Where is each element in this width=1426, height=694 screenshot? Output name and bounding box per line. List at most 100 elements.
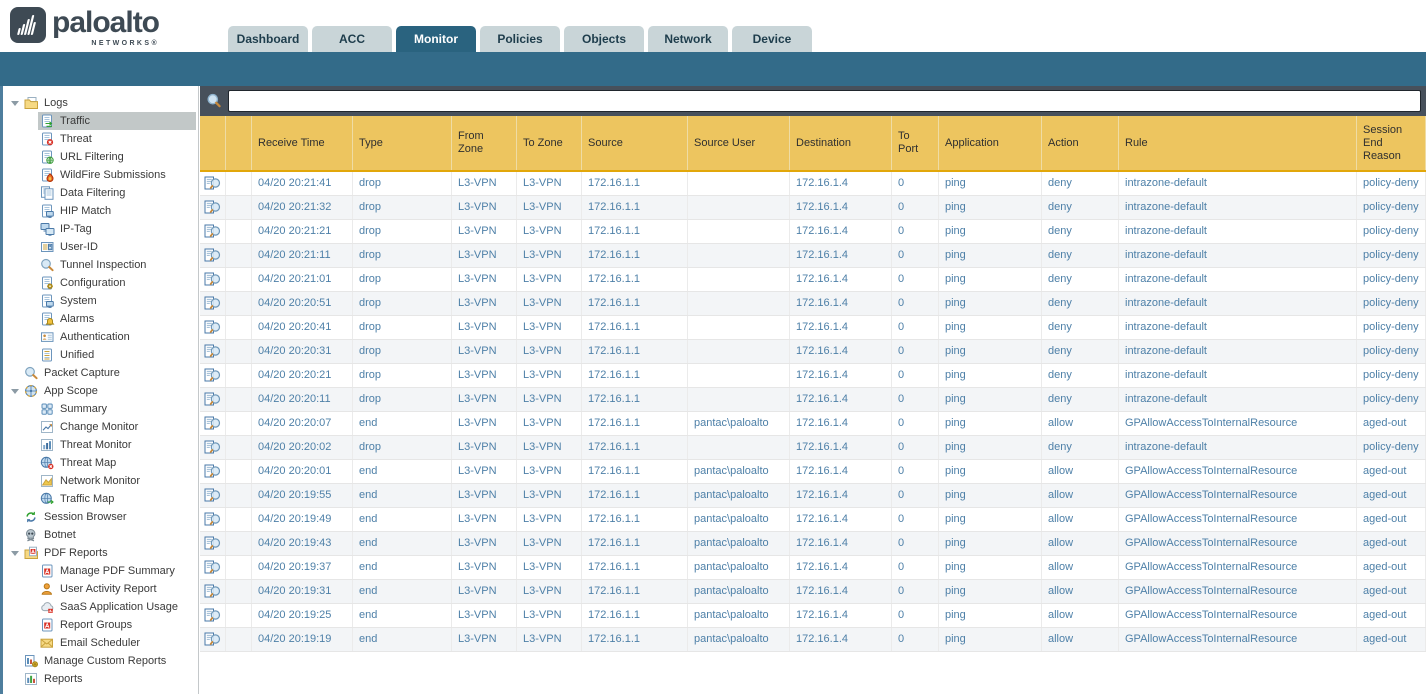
sidebar-item-unified[interactable]: Unified bbox=[3, 346, 198, 364]
sidebar-item-authentication[interactable]: Authentication bbox=[3, 328, 198, 346]
sidebar-item-url-filtering[interactable]: URL Filtering bbox=[3, 148, 198, 166]
cell-application: ping bbox=[939, 556, 1042, 579]
sidebar-item-email-scheduler[interactable]: Email Scheduler bbox=[3, 634, 198, 652]
column-header-receive-time[interactable]: Receive Time bbox=[252, 116, 353, 170]
tab-objects[interactable]: Objects bbox=[564, 26, 644, 52]
column-header-action[interactable]: Action bbox=[1042, 116, 1119, 170]
tab-monitor[interactable]: Monitor bbox=[396, 26, 476, 52]
sidebar-item-alarms[interactable]: Alarms bbox=[3, 310, 198, 328]
sidebar-item-threat-monitor[interactable]: Threat Monitor bbox=[3, 436, 198, 454]
log-row[interactable]: 04/20 20:20:31dropL3-VPNL3-VPN172.16.1.1… bbox=[200, 340, 1426, 364]
log-detail-icon[interactable] bbox=[200, 484, 226, 507]
sidebar-item-saas-application-usage[interactable]: SaaS Application Usage bbox=[3, 598, 198, 616]
sidebar-item-change-monitor[interactable]: Change Monitor bbox=[3, 418, 198, 436]
sidebar-item-network-monitor[interactable]: Network Monitor bbox=[3, 472, 198, 490]
sidebar-item-manage-custom-reports[interactable]: Manage Custom Reports bbox=[3, 652, 198, 670]
log-detail-icon[interactable] bbox=[200, 460, 226, 483]
sidebar-item-wildfire-submissions[interactable]: WildFire Submissions bbox=[3, 166, 198, 184]
sidebar-item-logs[interactable]: Logs bbox=[3, 94, 198, 112]
log-detail-icon[interactable] bbox=[200, 340, 226, 363]
log-detail-icon[interactable] bbox=[200, 412, 226, 435]
log-row[interactable]: 04/20 20:21:41dropL3-VPNL3-VPN172.16.1.1… bbox=[200, 172, 1426, 196]
column-header-to-port[interactable]: To Port bbox=[892, 116, 939, 170]
sidebar-item-hip-match[interactable]: HIP Match bbox=[3, 202, 198, 220]
sidebar-item-configuration[interactable]: Configuration bbox=[3, 274, 198, 292]
log-detail-icon[interactable] bbox=[200, 388, 226, 411]
log-row[interactable]: 04/20 20:20:21dropL3-VPNL3-VPN172.16.1.1… bbox=[200, 364, 1426, 388]
sidebar-item-user-id[interactable]: User-ID bbox=[3, 238, 198, 256]
sidebar-item-traffic-map[interactable]: Traffic Map bbox=[3, 490, 198, 508]
column-header-to-zone[interactable]: To Zone bbox=[517, 116, 582, 170]
sidebar-item-user-activity-report[interactable]: User Activity Report bbox=[3, 580, 198, 598]
log-row[interactable]: 04/20 20:19:43endL3-VPNL3-VPN172.16.1.1p… bbox=[200, 532, 1426, 556]
expander-down-icon[interactable] bbox=[8, 101, 22, 106]
log-row[interactable]: 04/20 20:20:02dropL3-VPNL3-VPN172.16.1.1… bbox=[200, 436, 1426, 460]
sidebar-item-system[interactable]: System bbox=[3, 292, 198, 310]
tab-device[interactable]: Device bbox=[732, 26, 812, 52]
log-row[interactable]: 04/20 20:19:25endL3-VPNL3-VPN172.16.1.1p… bbox=[200, 604, 1426, 628]
log-row[interactable]: 04/20 20:20:01endL3-VPNL3-VPN172.16.1.1p… bbox=[200, 460, 1426, 484]
log-row[interactable]: 04/20 20:21:21dropL3-VPNL3-VPN172.16.1.1… bbox=[200, 220, 1426, 244]
tab-policies[interactable]: Policies bbox=[480, 26, 560, 52]
log-row[interactable]: 04/20 20:19:19endL3-VPNL3-VPN172.16.1.1p… bbox=[200, 628, 1426, 652]
log-row[interactable]: 04/20 20:21:01dropL3-VPNL3-VPN172.16.1.1… bbox=[200, 268, 1426, 292]
sidebar-item-pdf-reports[interactable]: PDF Reports bbox=[3, 544, 198, 562]
sidebar-item-session-browser[interactable]: Session Browser bbox=[3, 508, 198, 526]
log-detail-icon[interactable] bbox=[200, 508, 226, 531]
log-row[interactable]: 04/20 20:20:11dropL3-VPNL3-VPN172.16.1.1… bbox=[200, 388, 1426, 412]
tab-acc[interactable]: ACC bbox=[312, 26, 392, 52]
log-detail-icon[interactable] bbox=[200, 628, 226, 651]
tab-network[interactable]: Network bbox=[648, 26, 728, 52]
log-detail-icon[interactable] bbox=[200, 532, 226, 555]
sidebar-item-ip-tag[interactable]: IP-Tag bbox=[3, 220, 198, 238]
sidebar-item-report-groups[interactable]: Report Groups bbox=[3, 616, 198, 634]
log-row[interactable]: 04/20 20:20:41dropL3-VPNL3-VPN172.16.1.1… bbox=[200, 316, 1426, 340]
log-row[interactable]: 04/20 20:20:51dropL3-VPNL3-VPN172.16.1.1… bbox=[200, 292, 1426, 316]
log-detail-icon[interactable] bbox=[200, 292, 226, 315]
column-header-rule[interactable]: Rule bbox=[1119, 116, 1357, 170]
log-flags-cell bbox=[226, 460, 252, 483]
column-header-source-user[interactable]: Source User bbox=[688, 116, 790, 170]
column-header-destination[interactable]: Destination bbox=[790, 116, 892, 170]
log-detail-icon[interactable] bbox=[200, 244, 226, 267]
column-header-application[interactable]: Application bbox=[939, 116, 1042, 170]
column-header-type[interactable]: Type bbox=[353, 116, 452, 170]
log-detail-icon[interactable] bbox=[200, 436, 226, 459]
sidebar-item-data-filtering[interactable]: Data Filtering bbox=[3, 184, 198, 202]
sidebar-item-botnet[interactable]: Botnet bbox=[3, 526, 198, 544]
log-detail-icon[interactable] bbox=[200, 268, 226, 291]
cell-source-user bbox=[688, 172, 790, 195]
log-row[interactable]: 04/20 20:19:55endL3-VPNL3-VPN172.16.1.1p… bbox=[200, 484, 1426, 508]
log-row[interactable]: 04/20 20:19:37endL3-VPNL3-VPN172.16.1.1p… bbox=[200, 556, 1426, 580]
log-row[interactable]: 04/20 20:21:32dropL3-VPNL3-VPN172.16.1.1… bbox=[200, 196, 1426, 220]
sidebar-item-reports[interactable]: Reports bbox=[3, 670, 198, 688]
log-row[interactable]: 04/20 20:19:31endL3-VPNL3-VPN172.16.1.1p… bbox=[200, 580, 1426, 604]
sidebar-item-app-scope[interactable]: App Scope bbox=[3, 382, 198, 400]
log-detail-icon[interactable] bbox=[200, 580, 226, 603]
tab-dashboard[interactable]: Dashboard bbox=[228, 26, 308, 52]
log-detail-icon[interactable] bbox=[200, 316, 226, 339]
log-detail-icon[interactable] bbox=[200, 172, 226, 195]
sidebar-item-label: Change Monitor bbox=[60, 418, 138, 436]
expander-down-icon[interactable] bbox=[8, 389, 22, 394]
log-row[interactable]: 04/20 20:20:07endL3-VPNL3-VPN172.16.1.1p… bbox=[200, 412, 1426, 436]
log-detail-icon[interactable] bbox=[200, 196, 226, 219]
sidebar-item-traffic[interactable]: Traffic bbox=[3, 112, 198, 130]
column-header-from-zone[interactable]: From Zone bbox=[452, 116, 517, 170]
column-header-session-end-reason[interactable]: Session End Reason bbox=[1357, 116, 1426, 170]
column-header-source[interactable]: Source bbox=[582, 116, 688, 170]
sidebar-item-manage-pdf-summary[interactable]: Manage PDF Summary bbox=[3, 562, 198, 580]
sidebar-item-threat[interactable]: Threat bbox=[3, 130, 198, 148]
log-detail-icon[interactable] bbox=[200, 364, 226, 387]
log-detail-icon[interactable] bbox=[200, 556, 226, 579]
log-detail-icon[interactable] bbox=[200, 604, 226, 627]
expander-down-icon[interactable] bbox=[8, 551, 22, 556]
log-row[interactable]: 04/20 20:19:49endL3-VPNL3-VPN172.16.1.1p… bbox=[200, 508, 1426, 532]
sidebar-item-threat-map[interactable]: Threat Map bbox=[3, 454, 198, 472]
sidebar-item-packet-capture[interactable]: Packet Capture bbox=[3, 364, 198, 382]
log-detail-icon[interactable] bbox=[200, 220, 226, 243]
log-filter-input[interactable] bbox=[228, 90, 1421, 112]
sidebar-item-summary[interactable]: Summary bbox=[3, 400, 198, 418]
sidebar-item-tunnel-inspection[interactable]: Tunnel Inspection bbox=[3, 256, 198, 274]
log-row[interactable]: 04/20 20:21:11dropL3-VPNL3-VPN172.16.1.1… bbox=[200, 244, 1426, 268]
